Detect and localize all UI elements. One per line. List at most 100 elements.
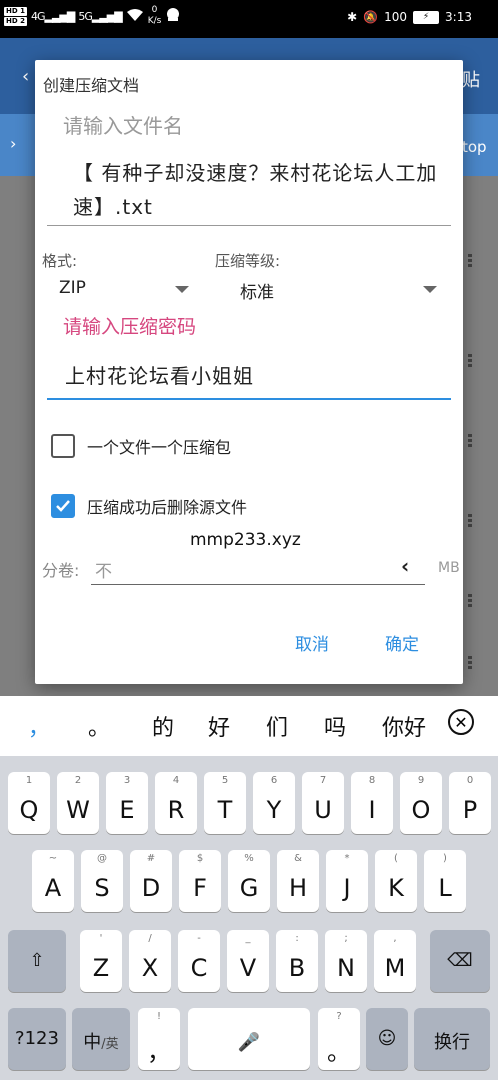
key-label: O	[411, 796, 431, 824]
shift-icon: ⇧	[29, 950, 45, 971]
sim-indicators: HD 1 HD 2	[4, 6, 27, 26]
candidate-item[interactable]: 们	[266, 710, 288, 742]
key-r[interactable]: 4R	[155, 772, 197, 834]
chevron-left-icon[interactable]: ‹	[401, 554, 409, 578]
one-per-file-checkbox[interactable]	[51, 434, 75, 458]
key-hint: (	[394, 853, 398, 864]
key-o[interactable]: 9O	[400, 772, 442, 834]
more-icon[interactable]	[468, 514, 472, 528]
more-icon[interactable]	[468, 656, 472, 670]
key-hint: 2	[74, 775, 82, 786]
key-h[interactable]: & H	[277, 850, 319, 912]
more-icon[interactable]	[468, 594, 472, 608]
option-delete-source[interactable]: 压缩成功后删除源文件	[51, 494, 247, 518]
filename-input[interactable]: 【 有种子却没速度？来村花论坛人工加速】.txt	[73, 156, 443, 224]
key-hint: ,	[393, 933, 397, 944]
language-key[interactable]: 中/英	[72, 1008, 130, 1070]
key-label: U	[314, 796, 332, 824]
key-p[interactable]: 0P	[449, 772, 491, 834]
key-label: S	[94, 874, 110, 902]
dialog-title: 创建压缩文档	[43, 76, 140, 95]
key-hint: ~	[48, 853, 58, 864]
key-hint: 6	[270, 775, 278, 786]
key-label: D	[141, 874, 161, 902]
format-select[interactable]: ZIP	[59, 278, 86, 298]
key-k[interactable]: (K	[375, 850, 417, 912]
key-hint: 0	[466, 775, 474, 786]
ime-candidate-bar: ， 。 的 好 们 吗 你好 ✕	[0, 696, 498, 756]
level-label: 压缩等级:	[215, 252, 281, 270]
key-label: I	[368, 796, 376, 824]
key-label: E	[119, 796, 135, 824]
key-a[interactable]: ~ A	[32, 850, 74, 912]
paste-button[interactable]: 贴	[462, 66, 480, 92]
key-n[interactable]: ; N	[325, 930, 367, 992]
key-m[interactable]: ,M	[374, 930, 416, 992]
emoji-key[interactable]: ☺	[366, 1008, 408, 1070]
key-e[interactable]: 3E	[106, 772, 148, 834]
path-arrow-icon[interactable]: ›	[10, 134, 16, 153]
volume-label: 分卷:	[42, 561, 80, 580]
key-w[interactable]: 2W	[57, 772, 99, 834]
key-y[interactable]: 6Y	[253, 772, 295, 834]
check-icon	[56, 500, 70, 512]
key-label: M	[384, 954, 406, 982]
ok-button[interactable]: 确定	[385, 630, 419, 655]
key-label: Q	[19, 796, 39, 824]
key-f[interactable]: $ F	[179, 850, 221, 912]
key-label: K	[388, 874, 404, 902]
filename-hint: 请输入文件名	[63, 114, 183, 138]
key-g[interactable]: % G	[228, 850, 270, 912]
candidate-item[interactable]: 好	[208, 710, 230, 742]
key-label: H	[288, 874, 308, 902]
space-key[interactable]: 🎤	[188, 1008, 310, 1070]
comma-key[interactable]: ! ，	[138, 1008, 180, 1070]
key-label: Z	[92, 954, 110, 982]
back-icon[interactable]: ‹	[22, 66, 29, 87]
key-q[interactable]: 1Q	[8, 772, 50, 834]
key-z[interactable]: ' Z	[80, 930, 122, 992]
cancel-button[interactable]: 取消	[295, 630, 329, 655]
key-v[interactable]: _ V	[227, 930, 269, 992]
key-x[interactable]: / X	[129, 930, 171, 992]
candidate-item[interactable]: 你好	[382, 710, 430, 742]
key-label: F	[193, 874, 207, 902]
key-t[interactable]: 5T	[204, 772, 246, 834]
candidate-item[interactable]: 吗	[324, 710, 346, 742]
key-s[interactable]: @ S	[81, 850, 123, 912]
shift-key[interactable]: ⇧	[8, 930, 66, 992]
key-l[interactable]: ) L	[424, 850, 466, 912]
volume-input[interactable]: 不	[95, 557, 112, 582]
candidate-item[interactable]: ，	[28, 710, 50, 742]
backspace-key[interactable]: ⌫	[430, 930, 490, 992]
more-icon[interactable]	[468, 254, 472, 268]
symbols-key[interactable]: ?123	[8, 1008, 66, 1070]
key-hint: -	[197, 933, 201, 944]
period-key[interactable]: ? 。	[318, 1008, 360, 1070]
key-j[interactable]: * J	[326, 850, 368, 912]
key-label: C	[190, 954, 208, 982]
candidate-item[interactable]: 。	[88, 710, 110, 742]
level-select[interactable]: 标准	[240, 278, 274, 303]
more-icon[interactable]	[468, 354, 472, 368]
enter-key[interactable]: 换行	[414, 1008, 490, 1070]
close-candidates-icon[interactable]: ✕	[448, 709, 474, 735]
path-tail[interactable]: top	[462, 138, 487, 156]
key-b[interactable]: :B	[276, 930, 318, 992]
microphone-icon: 🎤	[237, 1032, 261, 1053]
key-d[interactable]: # D	[130, 850, 172, 912]
option-one-per-file[interactable]: 一个文件一个压缩包	[51, 434, 231, 458]
format-dropdown-icon[interactable]	[175, 286, 189, 293]
more-icon[interactable]	[468, 434, 472, 448]
key-i[interactable]: 8I	[351, 772, 393, 834]
key-hint: %	[244, 853, 254, 864]
level-dropdown-icon[interactable]	[423, 286, 437, 293]
candidate-item[interactable]: 的	[152, 710, 174, 742]
delete-source-checkbox[interactable]	[51, 494, 75, 518]
key-hint: 4	[172, 775, 180, 786]
key-label: L	[438, 874, 452, 902]
key-u[interactable]: 7U	[302, 772, 344, 834]
password-input[interactable]: 上村花论坛看小姐姐	[65, 360, 254, 389]
key-hint: $	[196, 853, 204, 864]
key-c[interactable]: -C	[178, 930, 220, 992]
